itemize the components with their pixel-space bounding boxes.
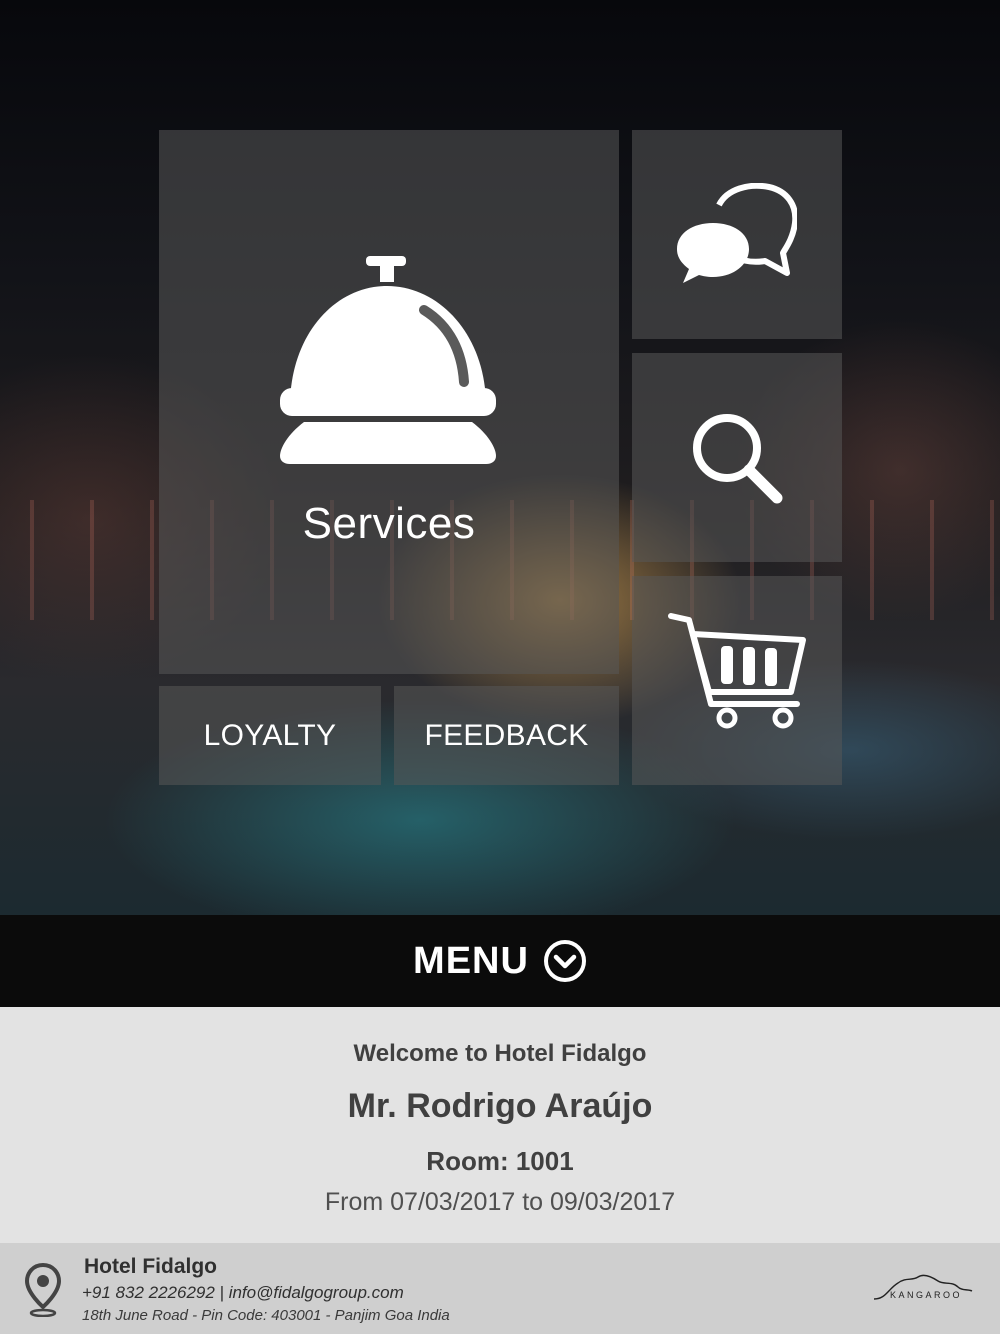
menu-button[interactable]: MENU [0, 915, 1000, 1007]
menu-label: MENU [413, 939, 529, 982]
services-tile[interactable]: Services [159, 130, 619, 674]
shopping-cart-icon [668, 612, 806, 728]
chat-bubbles-icon [677, 182, 797, 283]
search-tile[interactable] [632, 353, 842, 562]
loyalty-label: LOYALTY [203, 718, 337, 752]
feedback-label: FEEDBACK [424, 718, 589, 752]
welcome-panel: Welcome to Hotel Fidalgo Mr. Rodrigo Ara… [0, 1007, 1000, 1243]
chevron-down-circle-icon [543, 940, 586, 982]
cart-tile[interactable] [632, 576, 842, 785]
location-pin-icon[interactable] [24, 1263, 62, 1317]
search-icon [693, 413, 783, 503]
guest-name: Mr. Rodrigo Araújo [347, 1087, 653, 1125]
hotel-footer: Hotel Fidalgo +91 832 2226292 | info@fid… [0, 1243, 1000, 1334]
room-number: Room: 1001 [426, 1146, 574, 1176]
messages-tile[interactable] [632, 130, 842, 339]
brand-name: KANGAROO [890, 1290, 963, 1300]
footer-address: 18th June Road - Pin Code: 403001 - Panj… [82, 1307, 450, 1324]
welcome-greeting: Welcome to Hotel Fidalgo [353, 1040, 647, 1067]
footer-hotel-name: Hotel Fidalgo [84, 1255, 217, 1278]
feedback-tile[interactable]: FEEDBACK [394, 686, 619, 785]
stay-dates: From 07/03/2017 to 09/03/2017 [324, 1188, 676, 1216]
footer-contact[interactable]: +91 832 2226292 | info@fidalgogroup.com [82, 1283, 404, 1303]
loyalty-tile[interactable]: LOYALTY [159, 686, 381, 785]
service-bell-icon [280, 255, 496, 464]
services-label: Services [302, 498, 476, 548]
